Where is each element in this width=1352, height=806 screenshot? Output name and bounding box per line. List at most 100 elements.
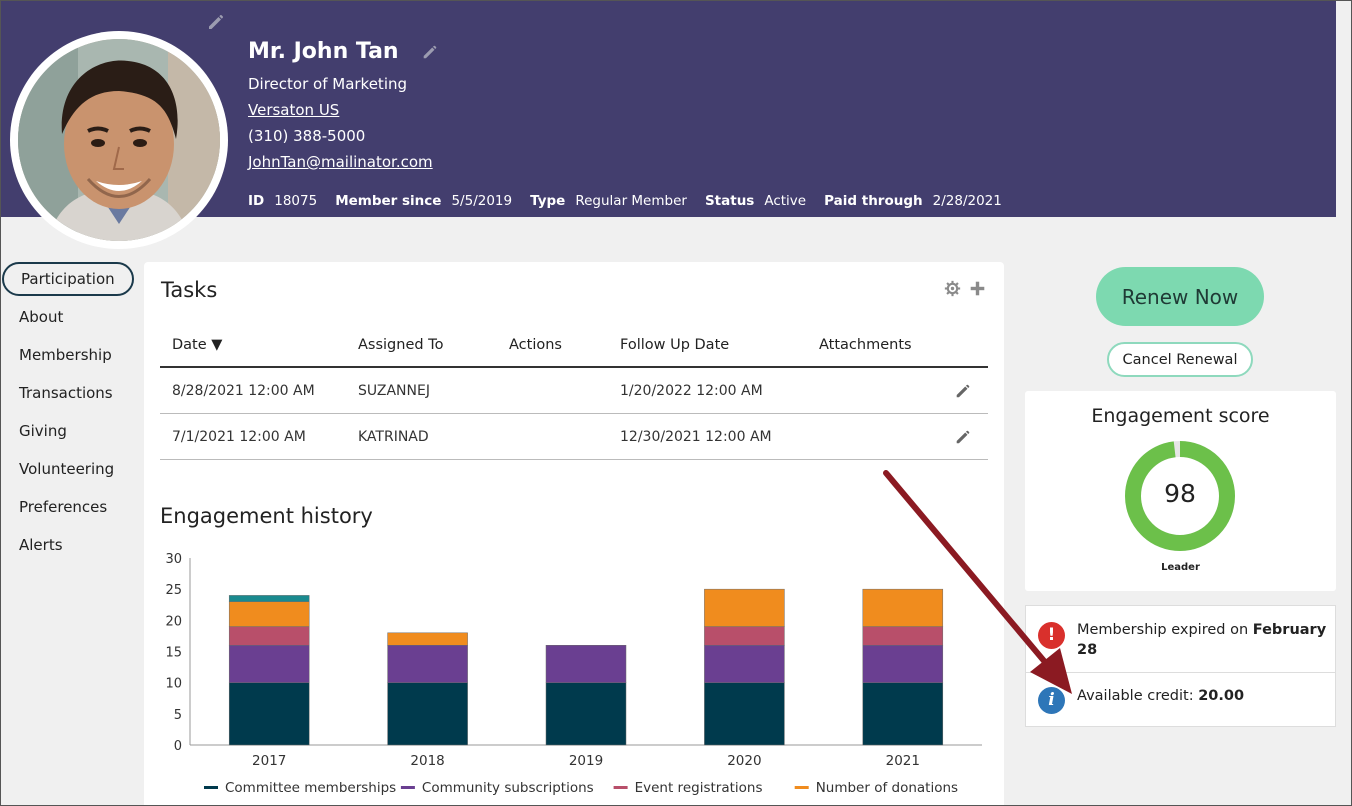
- x-tick-label: 2020: [727, 753, 761, 769]
- legend-label: Community subscriptions: [422, 780, 594, 796]
- bar-segment: [862, 645, 944, 683]
- participation-panel: Tasks Date ▼ Assigned To Actions Follow …: [144, 262, 1004, 806]
- error-alert-icon: !: [1038, 622, 1065, 649]
- y-tick-label: 30: [165, 552, 182, 567]
- profile-company-link[interactable]: Versaton US: [248, 101, 339, 119]
- column-header-follow-up-date[interactable]: Follow Up Date: [620, 337, 729, 353]
- profile-job-title: Director of Marketing: [248, 75, 408, 93]
- legend-label: Number of donations: [816, 780, 958, 796]
- meta-key-paid-through: Paid through: [824, 193, 923, 209]
- meta-value-member-since: 5/5/2019: [451, 193, 513, 209]
- nav-item-giving[interactable]: Giving: [2, 414, 134, 452]
- nav-item-participation[interactable]: Participation: [2, 262, 134, 296]
- avatar-frame: [10, 31, 228, 249]
- legend-swatch: [613, 786, 628, 789]
- engagement-score-level: Leader: [1161, 562, 1200, 573]
- y-tick-label: 20: [165, 614, 182, 629]
- info-icon: i: [1038, 687, 1065, 714]
- meta-value-id: 18075: [274, 193, 318, 209]
- tasks-title: Tasks: [161, 278, 218, 302]
- legend-swatch: [400, 786, 415, 789]
- bar-segment: [387, 682, 468, 746]
- task-follow-up-date: 12/30/2021 12:00 AM: [620, 428, 772, 445]
- section-nav: Participation About Membership Transacti…: [2, 262, 134, 566]
- meta-key-status: Status: [704, 193, 755, 209]
- legend-swatch: [204, 786, 218, 789]
- credit-value: 20.00: [1198, 688, 1245, 704]
- meta-value-status: Active: [764, 193, 807, 209]
- task-follow-up-date: 1/20/2022 12:00 AM: [620, 382, 763, 399]
- legend-label: Committee memberships: [225, 780, 396, 796]
- y-tick-label: 0: [174, 739, 182, 754]
- avatar-photo: [18, 39, 220, 241]
- bar-segment: [704, 645, 785, 683]
- bar-segment: [387, 632, 468, 646]
- cancel-renewal-button[interactable]: Cancel Renewal: [1107, 342, 1253, 377]
- engagement-score-value: 98: [1164, 479, 1196, 508]
- profile-email-link[interactable]: JohnTan@mailinator.com: [248, 153, 433, 171]
- nav-item-volunteering[interactable]: Volunteering: [2, 452, 134, 490]
- column-header-attachments[interactable]: Attachments: [819, 337, 912, 353]
- task-date: 8/28/2021 12:00 AM: [172, 382, 315, 399]
- nav-item-about[interactable]: About: [2, 300, 134, 338]
- y-tick-label: 10: [165, 677, 182, 692]
- edit-photo-pencil-icon[interactable]: [206, 12, 226, 32]
- tasks-table-header: Date ▼ Assigned To Actions Follow Up Dat…: [160, 324, 988, 368]
- credit-label: Available credit:: [1077, 688, 1199, 704]
- expired-prefix: Membership expired on: [1077, 622, 1253, 638]
- profile-meta: ID 18075 Member since 5/5/2019 Type Regular…: [248, 193, 1020, 209]
- bar-segment: [228, 682, 310, 746]
- x-tick-label: 2017: [252, 753, 286, 769]
- edit-task-pencil-icon[interactable]: [954, 428, 972, 446]
- membership-expired-text: Membership expired on February 28: [1077, 620, 1332, 660]
- column-header-actions[interactable]: Actions: [509, 337, 562, 353]
- nav-item-preferences[interactable]: Preferences: [2, 490, 134, 528]
- profile-phone: (310) 388-5000: [248, 127, 366, 145]
- task-assigned-to: SUZANNEJ: [358, 382, 430, 399]
- meta-value-type: Regular Member: [575, 193, 687, 209]
- bar-segment: [545, 682, 627, 746]
- bar-segment: [228, 595, 310, 602]
- renew-now-button[interactable]: Renew Now: [1096, 267, 1264, 326]
- meta-key-member-since: Member since: [335, 193, 442, 209]
- edit-name-pencil-icon[interactable]: [421, 43, 439, 61]
- task-date: 7/1/2021 12:00 AM: [172, 428, 306, 445]
- bar-segment: [704, 626, 785, 646]
- avatar: [18, 39, 220, 241]
- tasks-toolbar: [944, 280, 986, 297]
- edit-task-pencil-icon[interactable]: [954, 382, 972, 400]
- x-tick-label: 2019: [569, 753, 603, 769]
- membership-expired-alert: ! Membership expired on February 28: [1026, 606, 1335, 673]
- profile-name: Mr. John Tan: [248, 39, 399, 64]
- engagement-score-title: Engagement score: [1091, 405, 1270, 427]
- table-row[interactable]: 8/28/2021 12:00 AM SUZANNEJ 1/20/2022 12…: [160, 368, 988, 414]
- column-header-date[interactable]: Date ▼: [172, 337, 222, 353]
- profile-name-row: Mr. John Tan: [248, 39, 439, 64]
- nav-item-alerts[interactable]: Alerts: [2, 528, 134, 566]
- bar-segment: [387, 645, 468, 683]
- legend-label: Event registrations: [635, 780, 763, 796]
- engagement-history-title: Engagement history: [160, 504, 373, 528]
- column-header-assigned-to[interactable]: Assigned To: [358, 337, 443, 353]
- membership-alerts: ! Membership expired on February 28 i Av…: [1025, 605, 1336, 727]
- y-tick-label: 5: [174, 708, 182, 723]
- bar-segment: [704, 682, 785, 746]
- bar-segment: [545, 645, 627, 683]
- nav-item-transactions[interactable]: Transactions: [2, 376, 134, 414]
- engagement-history-chart: 0 5 10 15 20 25 30 2017 2018 2019 2020 2021 Committe…: [165, 552, 982, 796]
- settings-gear-icon[interactable]: [944, 280, 961, 297]
- bar-segment: [228, 601, 310, 627]
- add-task-plus-icon[interactable]: [969, 280, 986, 297]
- nav-item-membership[interactable]: Membership: [2, 338, 134, 376]
- available-credit-text: Available credit: 20.00: [1077, 686, 1244, 706]
- y-tick-label: 25: [165, 583, 182, 598]
- table-row[interactable]: 7/1/2021 12:00 AM KATRINAD 12/30/2021 12…: [160, 414, 988, 460]
- x-tick-label: 2018: [410, 753, 444, 769]
- bar-segment: [862, 626, 944, 646]
- task-assigned-to: KATRINAD: [358, 428, 429, 445]
- engagement-score-card: Engagement score 98 Leader: [1025, 391, 1336, 591]
- legend-swatch: [794, 786, 809, 789]
- y-tick-label: 15: [165, 646, 182, 661]
- bar-segment: [862, 588, 944, 627]
- bar-segment: [228, 626, 310, 646]
